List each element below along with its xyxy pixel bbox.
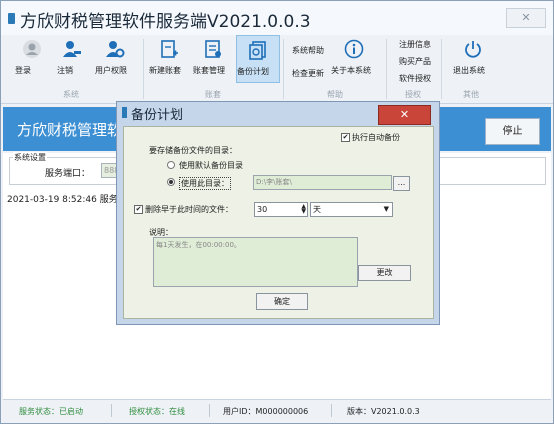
group-label-help: 帮助 [327, 90, 343, 99]
user-permission-label: 用户权限 [95, 66, 127, 75]
login-button[interactable]: 登录 [15, 39, 49, 75]
custom-dir-label: 使用此目录： [179, 177, 231, 190]
backup-plan-label: 备份计划 [237, 67, 269, 76]
group-label-license: 授权 [405, 90, 421, 99]
auto-backup-label: 执行自动备份 [352, 133, 400, 142]
port-label: 服务端口： [45, 169, 91, 179]
ribbon-separator [283, 39, 284, 99]
stepper-arrows-icon[interactable]: ▲ ▼ [301, 204, 306, 215]
group-label-system: 系统 [63, 90, 79, 99]
description-box: 每1天发生，在00:00:00。 [153, 237, 358, 287]
title-bar: 方欣财税管理软件服务端V2021.0.0.3 ✕ [1, 1, 553, 35]
about-label: 关于本系统 [331, 66, 371, 75]
ok-button[interactable]: 确定 [256, 293, 308, 310]
user-logout-icon [63, 41, 81, 57]
log-line: 2021-03-19 8:52:46 服务 [7, 195, 118, 205]
dialog-app-icon [122, 107, 127, 118]
status-separator [209, 404, 210, 417]
change-button[interactable]: 更改 [358, 265, 411, 281]
license-status: 授权状态：在线 [129, 407, 185, 416]
new-document-icon [161, 40, 178, 58]
check-update-link[interactable]: 检查更新 [292, 68, 324, 79]
stop-button[interactable]: 停止 [485, 118, 540, 145]
group-label-account: 账套 [205, 90, 221, 99]
status-bar: 服务状态：已启动 授权状态：在线 用户ID：M000000006 版本：V202… [3, 399, 551, 422]
buy-product-link[interactable]: 购买产品 [399, 56, 431, 67]
app-icon [8, 13, 15, 24]
main-window: 方欣财税管理软件服务端V2021.0.0.3 ✕ 登录 注销 用户权限 新建账套… [0, 0, 554, 424]
settings-title: 系统设置 [13, 152, 47, 163]
exit-button[interactable]: 退出系统 [453, 39, 493, 75]
unit-value: 天 [313, 205, 321, 214]
about-button[interactable]: 关于本系统 [331, 39, 377, 75]
software-license-link[interactable]: 软件授权 [399, 73, 431, 84]
user-gear-icon [106, 41, 125, 58]
days-value: 30 [257, 205, 268, 214]
backup-plan-button[interactable]: 备份计划 [236, 35, 280, 83]
account-management-label: 账套管理 [193, 66, 225, 75]
service-status: 服务状态：已启动 [19, 407, 83, 416]
ribbon-separator [143, 39, 144, 99]
dir-label: 要存储备份文件的目录： [149, 146, 237, 155]
new-account-button[interactable]: 新建账套 [149, 39, 189, 75]
days-stepper[interactable]: 30 ▲ ▼ [254, 202, 308, 217]
backup-document-icon [249, 41, 266, 60]
banner-title: 方欣财税管理软 [17, 121, 123, 139]
window-close-button[interactable]: ✕ [506, 8, 546, 28]
info-icon [344, 39, 364, 59]
auto-backup-checkbox[interactable]: ✔ [341, 133, 350, 142]
login-label: 登录 [15, 66, 31, 75]
dialog-close-button[interactable]: ✕ [378, 105, 431, 125]
new-account-label: 新建账套 [149, 66, 181, 75]
version-status: 版本：V2021.0.0.3 [347, 407, 420, 416]
chevron-down-icon: ▼ [383, 205, 389, 213]
register-info-link[interactable]: 注册信息 [399, 39, 431, 50]
logout-button[interactable]: 注销 [57, 39, 87, 75]
power-icon [465, 41, 481, 58]
user-permission-button[interactable]: 用户权限 [95, 39, 135, 75]
status-separator [331, 404, 332, 417]
custom-path-input[interactable]: D:\李\账套\ [253, 175, 392, 190]
user-icon [23, 40, 41, 58]
group-label-other: 其他 [463, 90, 479, 99]
user-id: 用户ID：M000000006 [223, 407, 309, 416]
browse-button[interactable]: ... [393, 176, 410, 191]
custom-dir-radio[interactable] [167, 178, 175, 186]
delete-old-label: 删除早于此时间的文件： [145, 205, 233, 214]
document-list-icon [205, 40, 221, 58]
window-title: 方欣财税管理软件服务端V2021.0.0.3 [20, 12, 311, 32]
status-separator [111, 404, 112, 417]
exit-label: 退出系统 [453, 66, 485, 75]
default-dir-radio[interactable] [167, 161, 175, 169]
logout-label: 注销 [57, 66, 73, 75]
ribbon-separator [386, 39, 387, 99]
delete-old-checkbox[interactable]: ✔ [134, 205, 143, 214]
unit-select[interactable]: 天 ▼ [310, 202, 393, 217]
system-help-link[interactable]: 系统帮助 [292, 45, 324, 56]
dialog-title: 备份计划 [131, 108, 184, 123]
account-management-button[interactable]: 账套管理 [193, 39, 233, 75]
default-dir-label: 使用默认备份目录 [179, 161, 243, 170]
ribbon-separator [441, 39, 442, 99]
